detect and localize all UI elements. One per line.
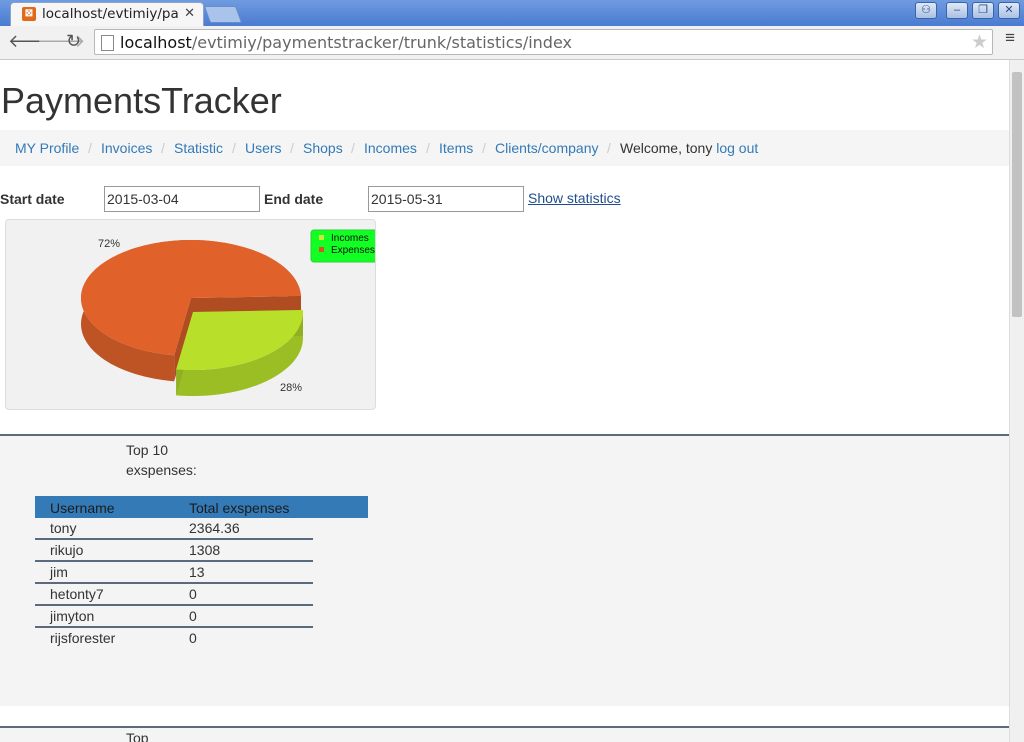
table-row: rikujo 1308 — [35, 540, 313, 562]
logout-link[interactable]: log out — [716, 140, 758, 156]
legend-label-expenses: Expenses — [331, 245, 375, 256]
page-title: PaymentsTracker — [1, 80, 282, 121]
end-date-input[interactable] — [368, 186, 524, 212]
table-row: hetonty7 0 — [35, 584, 313, 606]
cell-total: 2364.36 — [189, 520, 240, 536]
nav-separator: / — [426, 140, 430, 156]
second-top-section: Top — [0, 726, 1009, 742]
browser-toolbar: 🡐 🡒 ↻ localhost/evtimiy/paymentstracker/… — [0, 26, 1024, 60]
tab-title: localhost/evtimiy/pa — [42, 6, 179, 22]
nav-separator: / — [482, 140, 486, 156]
nav-my-profile[interactable]: MY Profile — [15, 140, 79, 156]
start-date-label: Start date — [0, 191, 65, 207]
nav-invoices[interactable]: Invoices — [101, 140, 152, 156]
show-statistics-link[interactable]: Show statistics — [528, 190, 621, 206]
cell-total: 0 — [189, 630, 197, 646]
cell-username: jim — [50, 564, 68, 580]
nav-shops[interactable]: Shops — [303, 140, 343, 156]
nav-separator: / — [161, 140, 165, 156]
top-expenses-section: Top 10 exspenses: Username Total exspens… — [0, 434, 1009, 706]
second-section-caption: Top — [126, 730, 149, 742]
welcome-text: Welcome, tony log out — [620, 140, 759, 156]
url-text[interactable]: localhost/evtimiy/paymentstracker/trunk/… — [120, 33, 572, 52]
address-bar[interactable]: localhost/evtimiy/paymentstracker/trunk/… — [94, 29, 993, 55]
nav-separator: / — [232, 140, 236, 156]
cell-username: rijsforester — [50, 630, 116, 646]
cell-username: tony — [50, 520, 77, 536]
cell-total: 0 — [189, 586, 197, 602]
top-expenses-caption: Top 10 exspenses: — [126, 442, 197, 478]
user-icon[interactable]: ⚇ — [915, 2, 937, 19]
legend-label-incomes: Incomes — [331, 233, 369, 244]
table-header: Username Total exspenses — [35, 496, 368, 518]
restore-icon[interactable]: ❐ — [972, 2, 994, 19]
vertical-scrollbar[interactable] — [1009, 60, 1024, 742]
menu-icon[interactable]: ≡ — [1005, 29, 1015, 46]
new-tab-button[interactable] — [203, 6, 243, 23]
nav-incomes[interactable]: Incomes — [364, 140, 417, 156]
reload-icon[interactable]: ↻ — [66, 31, 81, 52]
minimize-icon[interactable]: – — [946, 2, 968, 19]
tab-close-icon[interactable]: ✕ — [184, 5, 195, 21]
nav-statistic[interactable]: Statistic — [174, 140, 223, 156]
nav-separator: / — [607, 140, 611, 156]
pie-label-incomes: 28% — [280, 382, 302, 394]
browser-tab[interactable]: ⊠ localhost/evtimiy/pa ✕ — [10, 2, 204, 26]
breadcrumb: MY Profile / Invoices / Statistic / User… — [0, 130, 1009, 166]
legend-swatch-expenses — [319, 247, 324, 252]
cell-total: 1308 — [189, 542, 221, 558]
nav-separator: / — [351, 140, 355, 156]
column-header-username: Username — [50, 500, 115, 516]
cell-total: 13 — [189, 564, 205, 580]
nav-users[interactable]: Users — [245, 140, 282, 156]
xampp-favicon-icon: ⊠ — [22, 7, 36, 21]
pie-label-expenses: 72% — [98, 238, 120, 250]
browser-titlebar: ⊠ localhost/evtimiy/pa ✕ ⚇ – ❐ ✕ — [0, 0, 1024, 26]
cell-username: rikujo — [50, 542, 84, 558]
cell-username: hetonty7 — [50, 586, 104, 602]
scrollbar-thumb[interactable] — [1012, 72, 1022, 317]
window-close-icon[interactable]: ✕ — [998, 2, 1020, 19]
page-icon — [101, 35, 114, 51]
table-row: jim 13 — [35, 562, 313, 584]
table-row: rijsforester 0 — [35, 628, 313, 650]
nav-clients-company[interactable]: Clients/company — [495, 140, 599, 156]
legend-swatch-incomes — [319, 235, 324, 240]
start-date-input[interactable] — [104, 186, 260, 212]
table-row: jimyton 0 — [35, 606, 313, 628]
column-header-total: Total exspenses — [189, 500, 290, 516]
nav-items[interactable]: Items — [439, 140, 473, 156]
page-viewport: PaymentsTracker MY Profile / Invoices / … — [0, 60, 1009, 742]
table-row: tony 2364.36 — [35, 518, 313, 540]
nav-separator: / — [290, 140, 294, 156]
nav-separator: / — [88, 140, 92, 156]
cell-username: jimyton — [50, 608, 95, 624]
pie-chart: 28% 72% Incomes Expenses — [5, 219, 390, 410]
end-date-label: End date — [264, 191, 324, 207]
pie-chart-svg: 28% 72% IncomesExpenses — [80, 229, 390, 396]
cell-total: 0 — [189, 608, 197, 624]
bookmark-star-icon[interactable]: ★ — [971, 31, 988, 54]
